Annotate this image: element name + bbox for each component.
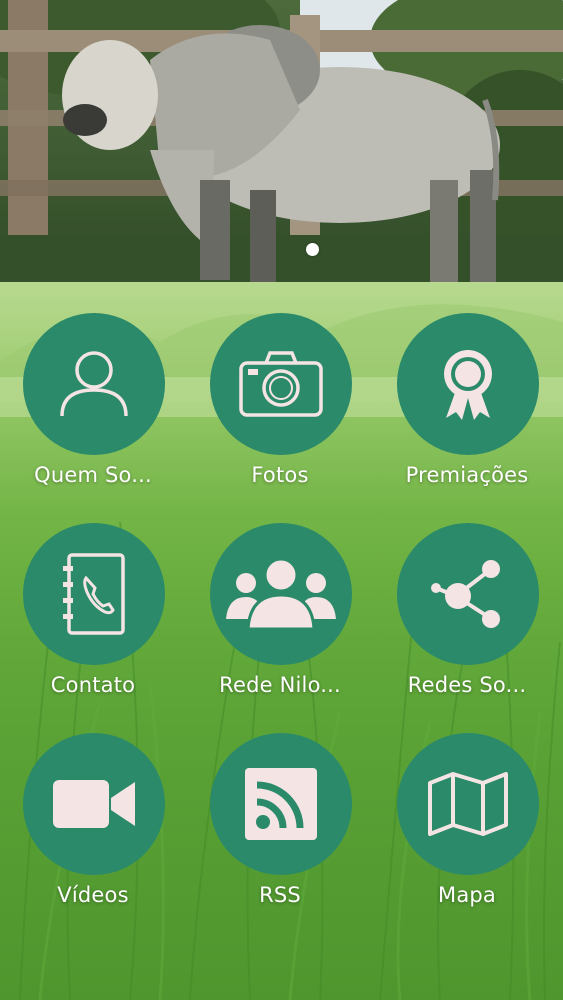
award-ribbon-icon xyxy=(444,350,492,420)
menu-item-rss[interactable]: RSS xyxy=(190,733,370,923)
menu-item-mapa[interactable]: Mapa xyxy=(377,733,557,923)
menu-label: Fotos xyxy=(251,463,309,487)
camera-icon xyxy=(239,351,323,417)
menu-item-premiacoes[interactable]: Premiações xyxy=(377,313,557,503)
menu-circle[interactable] xyxy=(210,733,352,875)
menu-label: Quem So... xyxy=(34,463,152,487)
menu-item-videos[interactable]: Vídeos xyxy=(3,733,183,923)
menu-label: Vídeos xyxy=(57,883,129,907)
menu-label: Premiações xyxy=(405,463,529,487)
menu-circle[interactable] xyxy=(397,523,539,665)
menu-item-quem-somos[interactable]: Quem So... xyxy=(3,313,183,503)
menu-label: Redes So... xyxy=(407,673,527,697)
menu-label: Mapa xyxy=(438,883,496,907)
address-book-phone-icon xyxy=(63,553,125,635)
menu-circle[interactable] xyxy=(210,313,352,455)
menu-label: Rede Nilo... xyxy=(219,673,341,697)
hero-banner[interactable] xyxy=(0,0,563,282)
group-people-icon xyxy=(226,557,336,631)
carousel-pager-dot[interactable] xyxy=(306,243,319,256)
menu-label: Contato xyxy=(50,673,136,697)
menu-circle[interactable] xyxy=(210,523,352,665)
person-icon xyxy=(60,351,128,417)
menu-item-fotos[interactable]: Fotos xyxy=(190,313,370,503)
menu-item-rede-nilo[interactable]: Rede Nilo... xyxy=(190,523,370,713)
menu-circle[interactable] xyxy=(23,313,165,455)
menu-circle[interactable] xyxy=(397,733,539,875)
video-camera-icon xyxy=(53,780,135,828)
map-icon xyxy=(428,772,508,836)
rss-icon xyxy=(245,768,317,840)
share-icon xyxy=(431,560,500,628)
menu-label: RSS xyxy=(259,883,301,907)
menu-circle[interactable] xyxy=(23,733,165,875)
bull-photo xyxy=(0,0,563,282)
menu-circle[interactable] xyxy=(397,313,539,455)
menu-item-redes-sociais[interactable]: Redes So... xyxy=(377,523,557,713)
menu-circle[interactable] xyxy=(23,523,165,665)
menu-item-contato[interactable]: Contato xyxy=(3,523,183,713)
